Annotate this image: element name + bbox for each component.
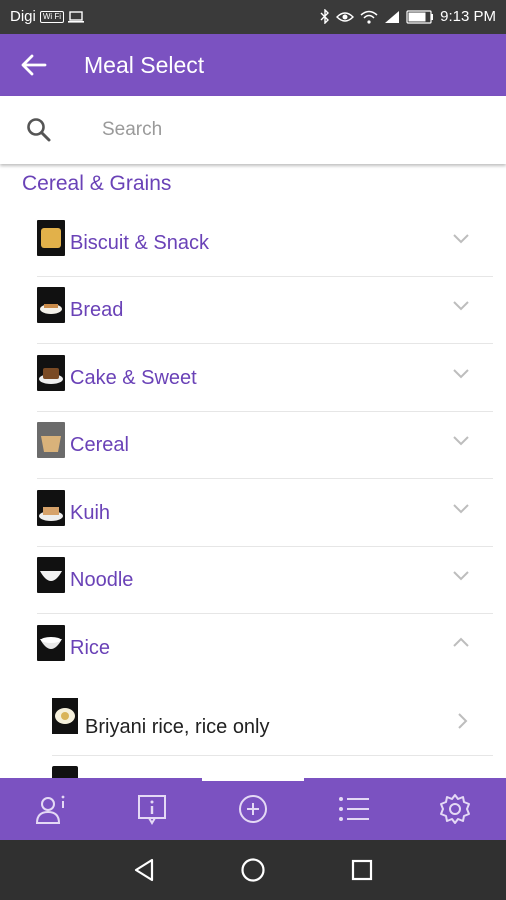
status-bar: Digi Wi Fi 80 9:13 PM — [0, 0, 506, 34]
category-label: Bread — [70, 299, 124, 321]
system-recents-button[interactable] — [342, 850, 382, 890]
add-circle-icon — [239, 795, 267, 823]
category-label: Biscuit & Snack — [70, 232, 209, 254]
category-row-bread[interactable]: Bread — [37, 277, 493, 344]
chevron-down-icon — [453, 234, 469, 244]
back-button[interactable] — [14, 45, 54, 85]
eye-icon — [336, 11, 355, 23]
food-item-label: Briyani rice, rice only — [85, 716, 270, 738]
search-bar — [0, 96, 506, 164]
list-icon — [339, 797, 370, 821]
app-bar: Meal Select — [0, 34, 506, 96]
active-tab-indicator — [202, 778, 304, 781]
category-label: Kuih — [70, 502, 111, 524]
laptop-icon — [68, 10, 85, 23]
arrow-left-icon — [21, 54, 47, 76]
home-circle-icon — [241, 858, 265, 882]
food-thumbnail — [52, 766, 78, 778]
wifi-badge: Wi Fi — [39, 10, 65, 23]
food-thumbnail — [37, 220, 65, 256]
category-row-biscuit-snack[interactable]: Biscuit & Snack — [37, 210, 493, 277]
recents-square-icon — [351, 859, 372, 881]
food-thumbnail — [37, 490, 65, 526]
category-row-noodle[interactable]: Noodle — [37, 547, 493, 614]
chevron-up-icon — [453, 637, 469, 647]
food-thumbnail — [37, 287, 65, 323]
status-left: Digi Wi Fi — [10, 8, 85, 25]
wifi-icon — [360, 10, 378, 24]
section-title: Cereal & Grains — [22, 172, 172, 195]
search-input[interactable] — [102, 119, 462, 141]
status-time: 9:13 PM — [440, 8, 496, 25]
category-row-rice[interactable]: Rice — [37, 615, 493, 682]
chevron-down-icon — [453, 301, 469, 311]
category-label: Cake & Sweet — [70, 367, 197, 389]
settings-icon — [440, 794, 471, 824]
food-thumbnail — [37, 625, 65, 661]
battery-icon — [406, 9, 434, 24]
food-item-row[interactable]: Briyani rice, rice only — [52, 690, 493, 756]
meal-list: Cereal & Grains Biscuit & Snack Bread Ca… — [0, 164, 506, 778]
carrier-name: Digi — [10, 8, 36, 25]
nav-list[interactable] — [304, 778, 405, 840]
food-thumbnail — [37, 422, 65, 458]
system-back-button[interactable] — [124, 850, 164, 890]
chevron-down-icon — [453, 571, 469, 581]
chevron-down-icon — [453, 436, 469, 446]
bottom-navigation — [0, 778, 506, 840]
info-icon — [137, 795, 166, 825]
chevron-down-icon — [453, 504, 469, 514]
bluetooth-icon — [320, 9, 330, 24]
nav-info[interactable] — [101, 778, 202, 840]
status-right: 80 9:13 PM — [320, 8, 496, 25]
system-home-button[interactable] — [233, 850, 273, 890]
category-label: Noodle — [70, 569, 134, 591]
nav-settings[interactable] — [405, 778, 506, 840]
category-row-kuih[interactable]: Kuih — [37, 480, 493, 547]
category-label: Cereal — [70, 434, 129, 456]
category-label: Rice — [70, 637, 111, 659]
food-thumbnail — [37, 355, 65, 391]
page-title: Meal Select — [84, 51, 205, 78]
signal-icon — [384, 10, 400, 24]
search-icon[interactable] — [24, 115, 54, 145]
category-row-cake-sweet[interactable]: Cake & Sweet — [37, 345, 493, 412]
chevron-right-icon — [458, 713, 468, 729]
chevron-down-icon — [453, 369, 469, 379]
back-triangle-icon — [135, 858, 154, 882]
category-row-cereal[interactable]: Cereal — [37, 412, 493, 479]
profile-info-icon — [35, 795, 64, 824]
food-thumbnail — [52, 698, 78, 734]
nav-profile[interactable] — [0, 778, 101, 840]
food-thumbnail — [37, 557, 65, 593]
nav-add[interactable] — [202, 778, 303, 840]
system-navigation — [0, 840, 506, 900]
